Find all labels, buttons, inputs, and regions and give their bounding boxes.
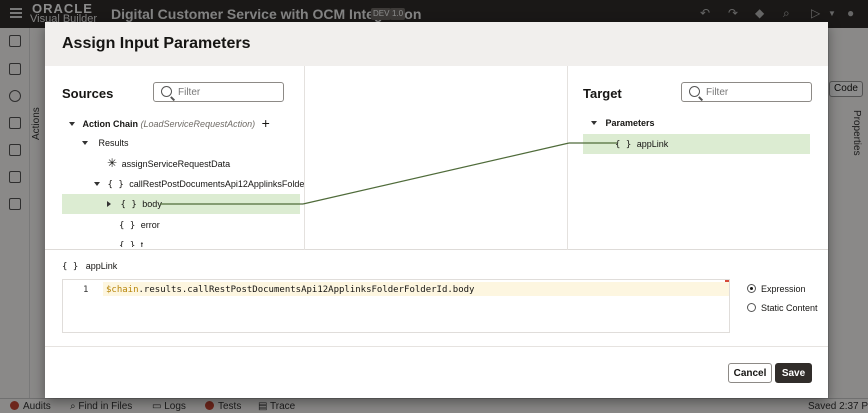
object-icon: { } [119,221,136,231]
sources-filter[interactable] [153,82,284,102]
object-icon: { } [615,140,632,150]
mapping-canvas [306,66,568,250]
search-icon [161,86,172,97]
search-icon [689,86,700,97]
expand-caret-icon[interactable] [94,182,100,186]
expand-caret-icon[interactable] [107,201,111,207]
overview-ruler-marker [725,280,729,282]
assign-input-parameters-dialog: Assign Input Parameters Sources Action C… [45,22,828,398]
footer-divider [45,346,828,347]
target-heading: Target [583,86,622,101]
cancel-button[interactable]: Cancel [728,363,772,383]
target-filter[interactable] [681,82,812,102]
object-icon: { } [119,241,136,247]
radio-unselected-icon[interactable] [747,303,756,312]
asterisk-icon: ✳ [107,156,118,170]
tree-node-error[interactable]: { } error [119,215,160,235]
object-icon: { } [120,200,137,210]
expression-code[interactable]: $chain.results.callRestPostDocumentsApi1… [106,285,474,295]
radio-selected-icon[interactable] [747,284,756,293]
tree-node-results[interactable]: Results [82,133,129,153]
dialog-title: Assign Input Parameters [62,35,251,52]
static-content-radio[interactable]: Static Content [747,303,818,313]
expression-radio[interactable]: Expression [747,284,806,294]
tree-node-call-rest[interactable]: { } callRestPostDocumentsApi12ApplinksFo… [94,174,304,194]
tree-node-assign-service-request-data[interactable]: ✳ assignServiceRequestData [107,153,230,173]
object-icon: { } [62,262,79,272]
expand-caret-icon[interactable] [69,122,75,126]
sources-heading: Sources [62,86,114,101]
save-button[interactable]: Save [775,363,812,383]
sources-filter-input[interactable] [178,85,278,99]
add-icon[interactable]: + [262,115,270,131]
tree-node-applink[interactable]: { } appLink [583,134,810,154]
target-filter-input[interactable] [706,85,806,99]
expression-editor[interactable]: 1 $chain.results.callRestPostDocumentsAp… [62,279,730,333]
line-number: 1 [83,285,89,295]
dialog-header: Assign Input Parameters [45,22,828,66]
tree-node-body[interactable]: { } body [62,194,300,214]
tree-node-action-chain[interactable]: Action Chain (LoadServiceRequestAction) … [69,113,270,133]
mapping-panes: Sources Action Chain (LoadServiceRequest… [45,66,828,250]
sources-pane: Sources Action Chain (LoadServiceRequest… [45,66,305,250]
expand-caret-icon[interactable] [82,141,88,145]
tree-node-partial[interactable]: { } t [119,235,143,247]
expand-caret-icon[interactable] [591,121,597,125]
tree-node-parameters[interactable]: Parameters [591,113,655,133]
target-pane: Target Parameters { } appLink [569,66,828,250]
object-icon: { } [107,180,124,190]
selected-param-label: { } appLink [62,261,118,272]
